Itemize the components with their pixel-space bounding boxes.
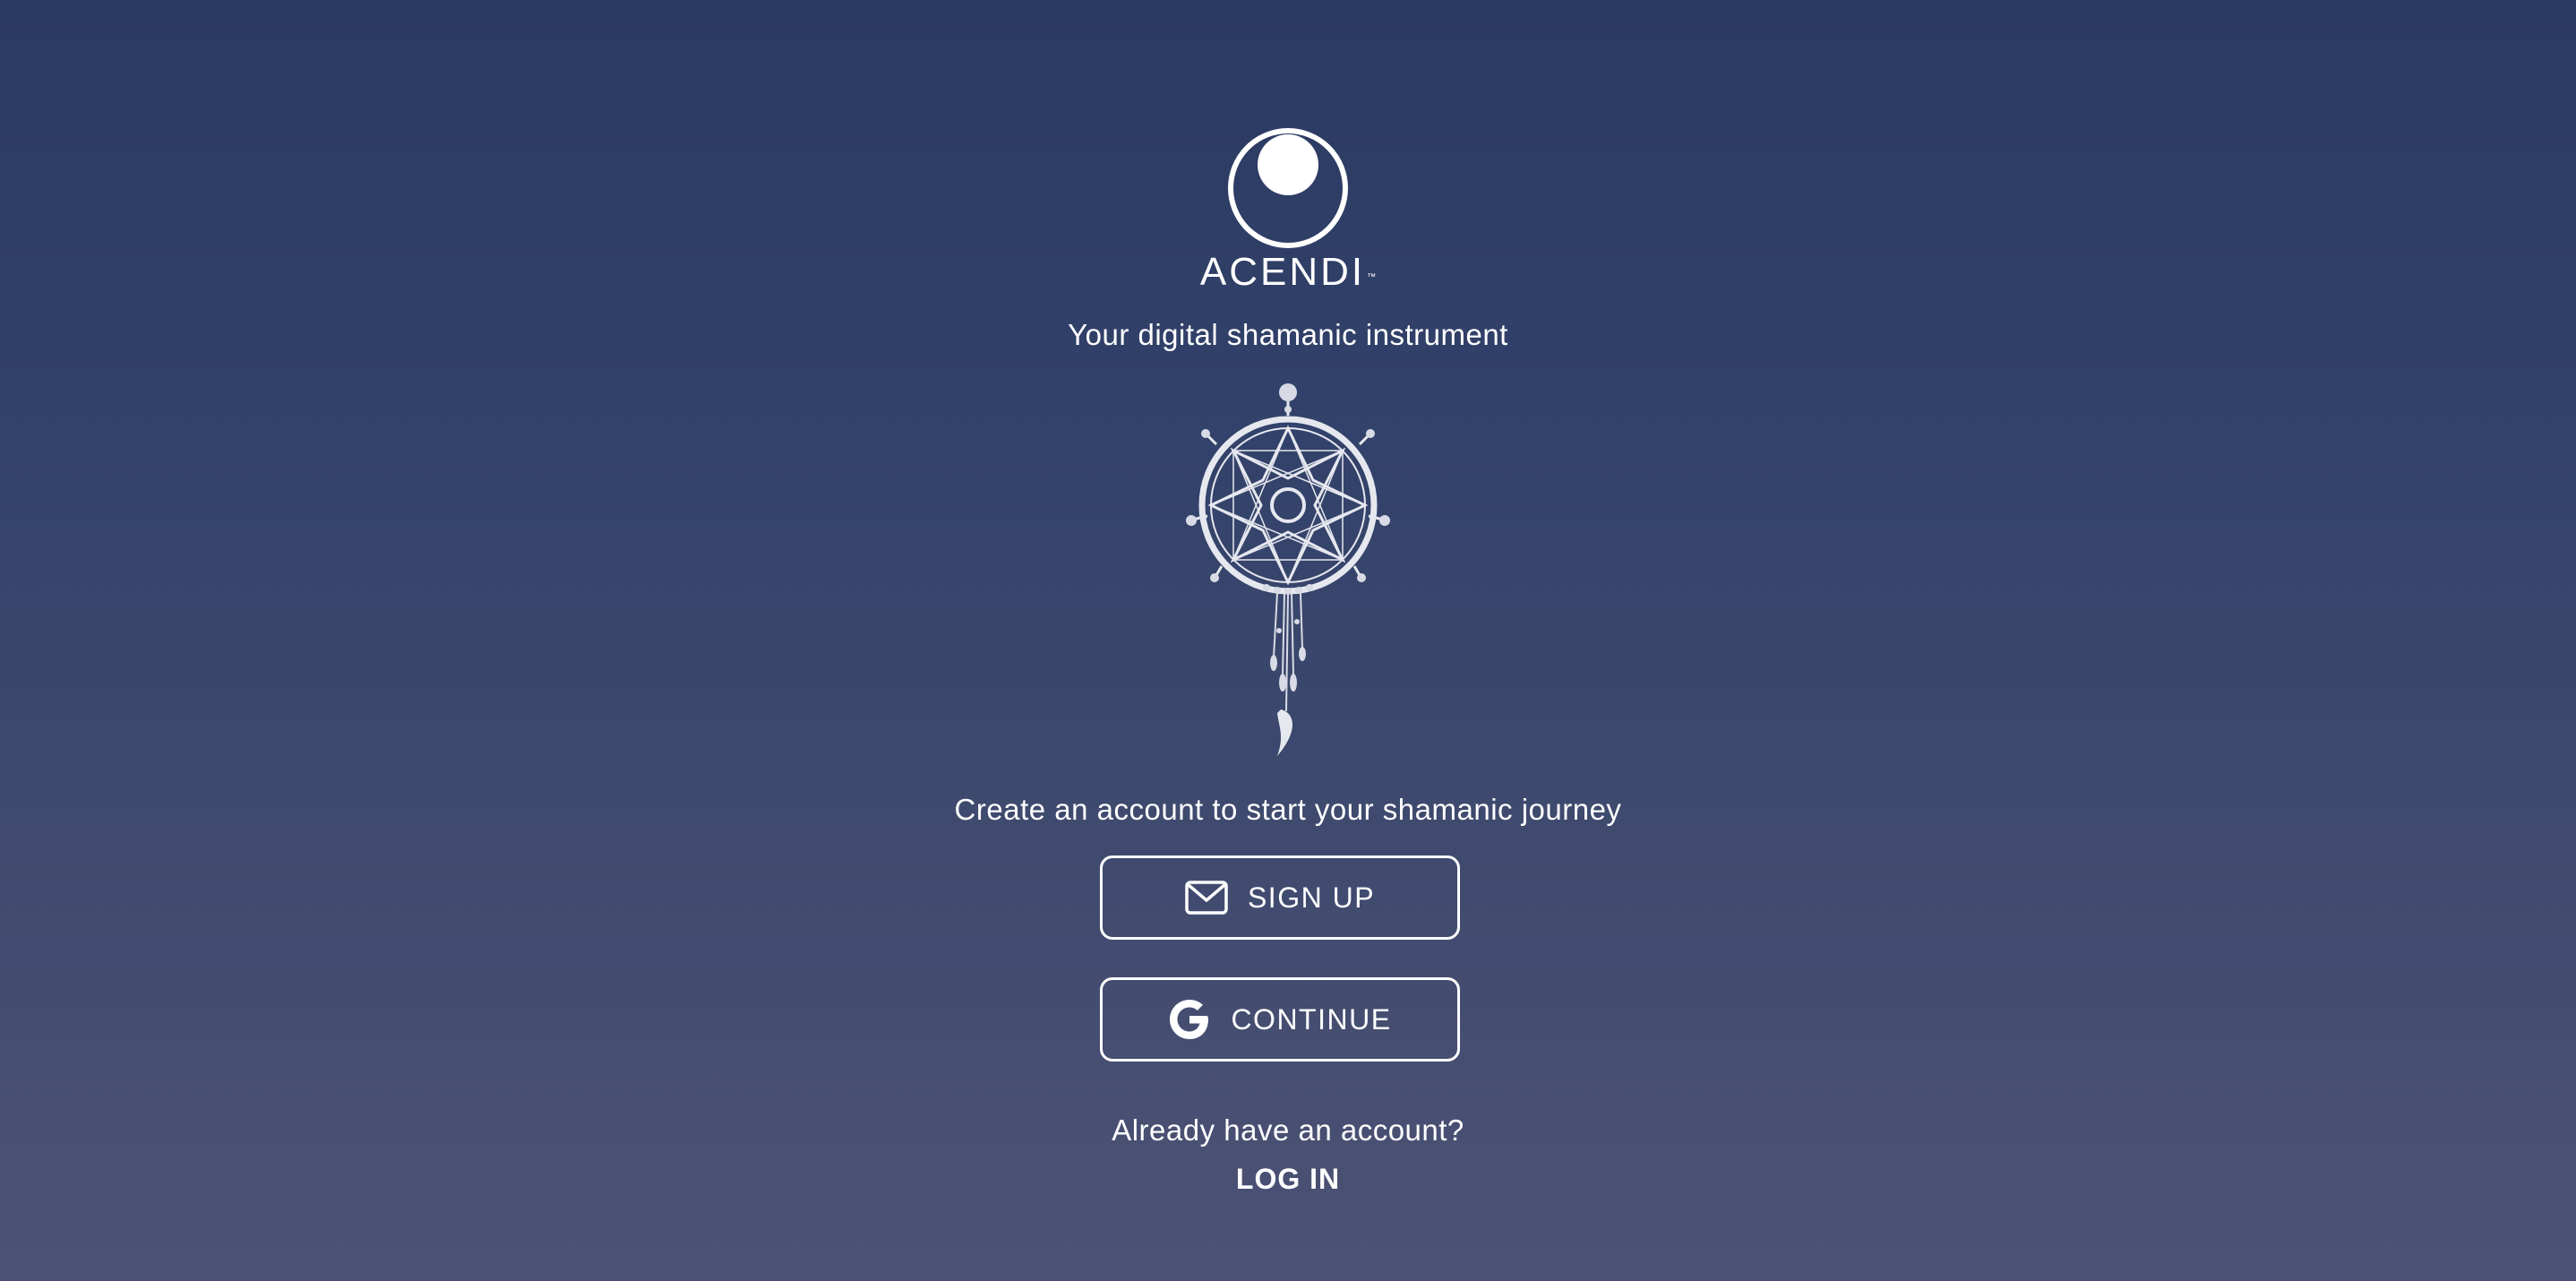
dreamcatcher-icon [1181, 380, 1395, 756]
sign-up-button[interactable]: SIGN UP [1100, 855, 1460, 940]
log-in-link[interactable]: LOG IN [0, 1161, 2576, 1197]
mail-icon [1185, 881, 1228, 915]
google-icon [1168, 998, 1211, 1041]
continue-with-google-button[interactable]: CONTINUE [1100, 977, 1460, 1062]
signup-prompt: Create an account to start your shamanic… [954, 793, 1622, 826]
continue-label: CONTINUE [1231, 1002, 1392, 1036]
brand-name: ACENDI ™ [0, 247, 2576, 297]
login-prompt: Already have an account? [1112, 1113, 1464, 1147]
moon-circle-icon [1225, 125, 1351, 251]
brand-name-text: ACENDI [1199, 250, 1366, 294]
dreamcatcher-illustration [0, 380, 2576, 756]
brand-logo [0, 125, 2576, 251]
tagline: Your digital shamanic instrument [1068, 318, 1508, 351]
sign-up-label: SIGN UP [1247, 881, 1376, 914]
welcome-screen: ACENDI ™ Your digital shamanic instrument [0, 0, 2576, 1281]
trademark-symbol: ™ [1367, 272, 1377, 282]
